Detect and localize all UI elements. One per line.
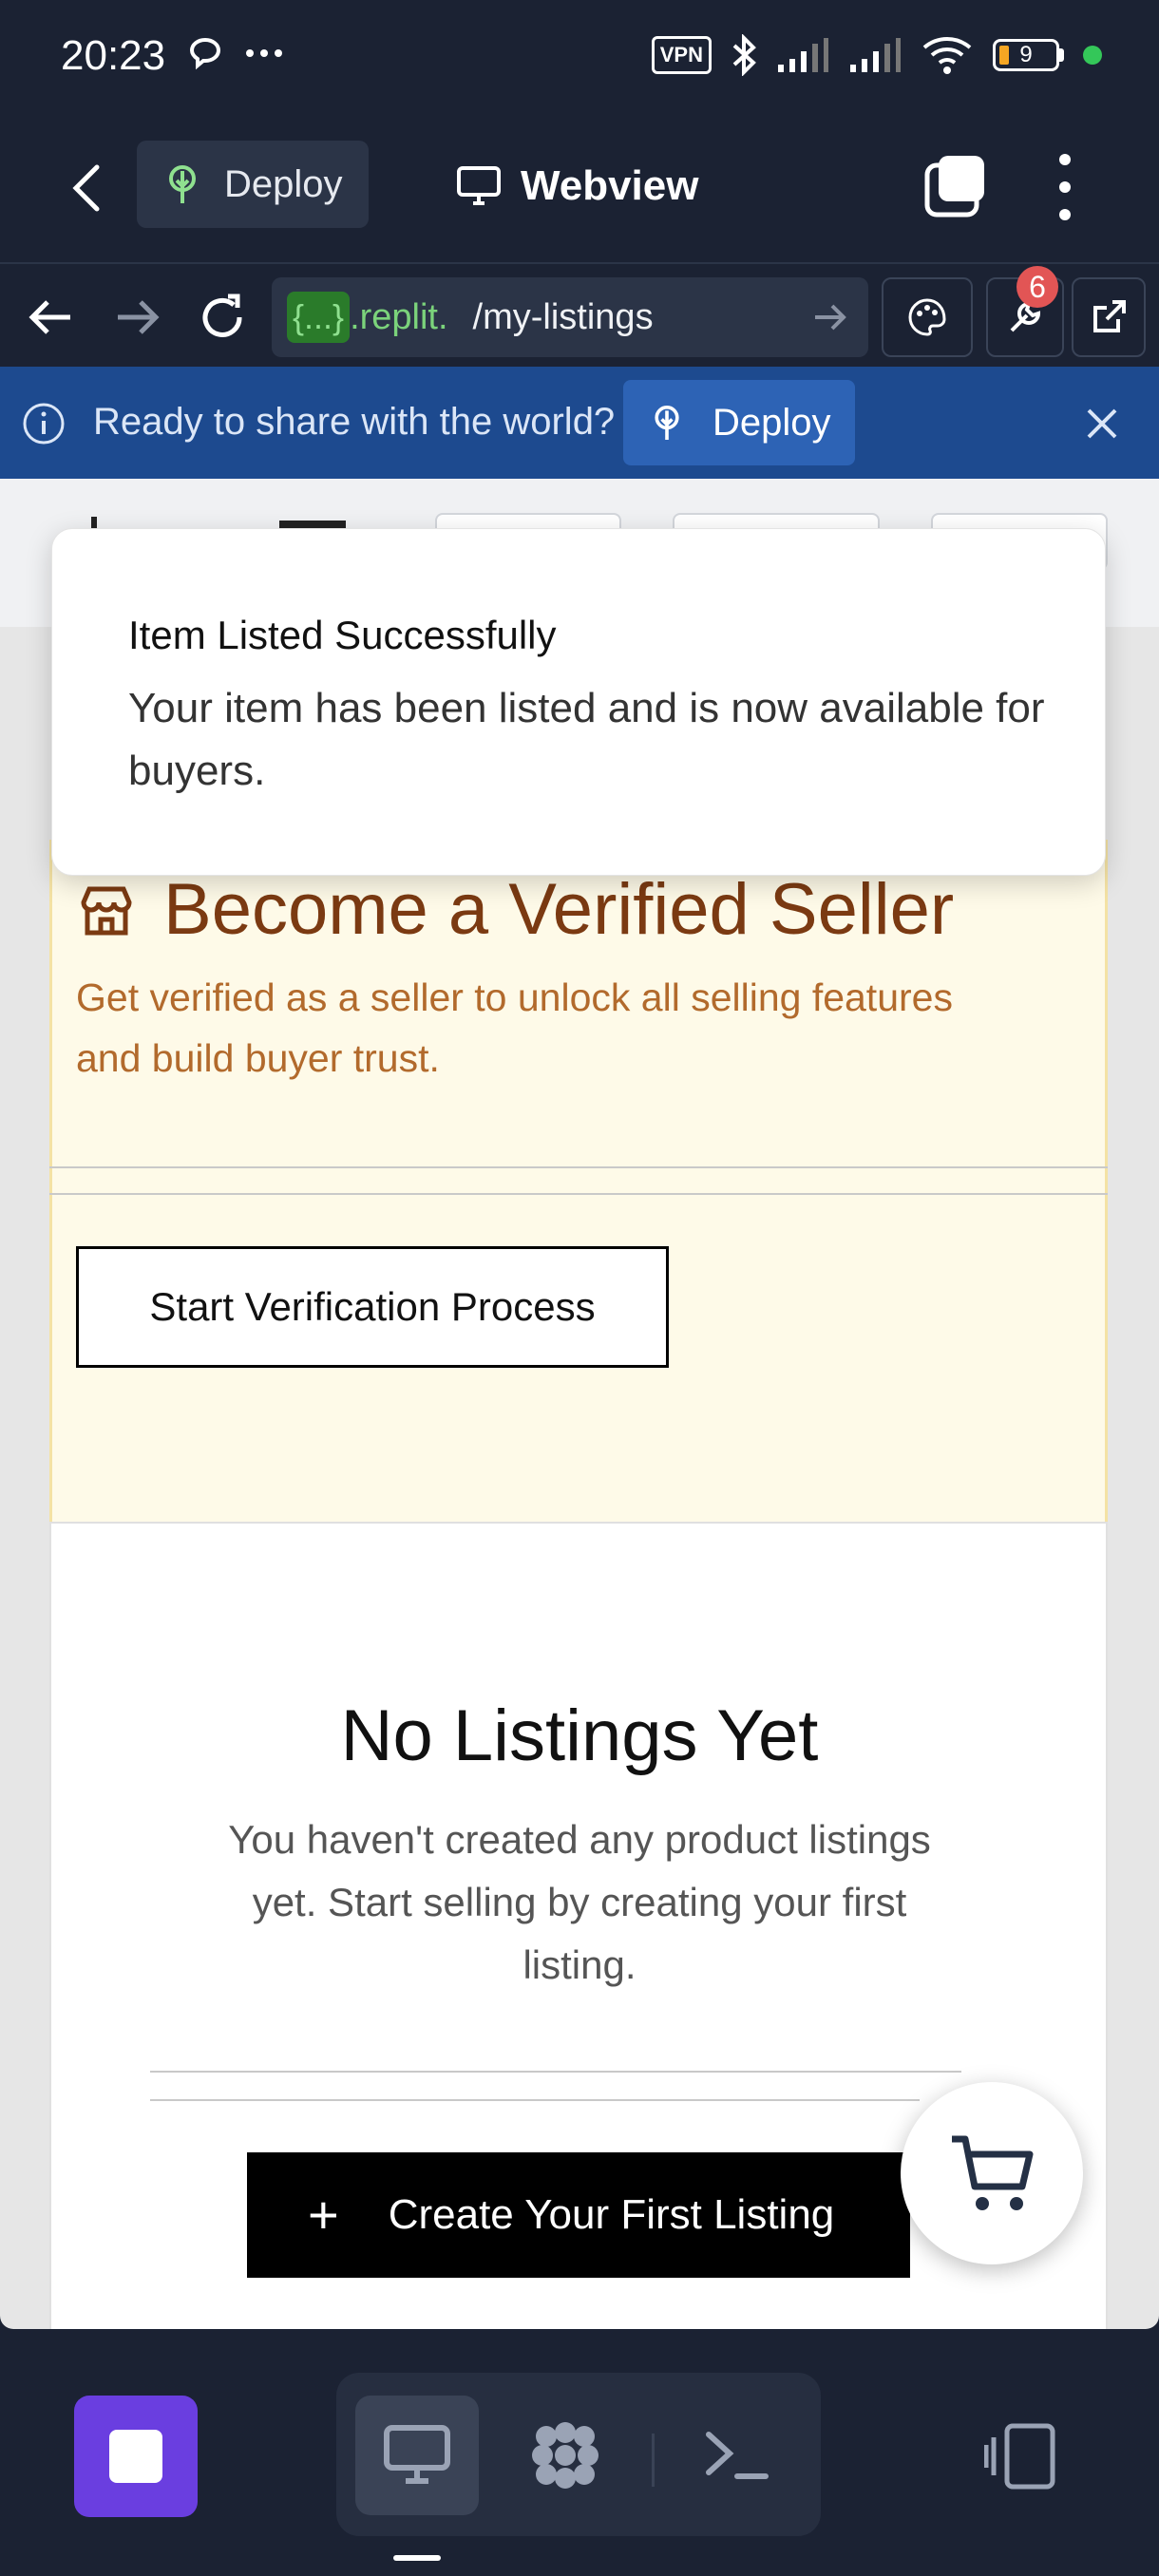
reload-icon[interactable]	[194, 289, 251, 346]
verify-card-description: Get verified as a seller to unlock all s…	[76, 975, 953, 1080]
deploy-icon	[655, 405, 679, 440]
webview-content: Become a Verified Seller Get verified as…	[0, 479, 1159, 2329]
vpn-indicator: VPN	[651, 36, 712, 74]
more-dots-icon	[246, 49, 282, 57]
divider	[49, 1166, 1108, 1168]
empty-state-description: You haven't created any product listings…	[228, 1817, 931, 1987]
external-link-icon	[1093, 300, 1126, 332]
terminal-icon	[706, 2432, 769, 2479]
open-external-button[interactable]	[1072, 277, 1146, 357]
signal-icon-2	[850, 38, 901, 72]
layout-toggle-icon[interactable]	[984, 2420, 1060, 2496]
back-arrow-icon[interactable]	[66, 160, 108, 217]
kebab-menu-icon[interactable]	[1045, 154, 1085, 220]
url-host-badge: {...}	[287, 292, 351, 343]
store-icon	[81, 886, 132, 935]
url-input[interactable]: {...} .replit. /my-listings	[272, 277, 868, 357]
go-arrow-icon[interactable]	[811, 298, 849, 336]
mode-switcher	[336, 2373, 821, 2536]
home-indicator	[393, 2555, 441, 2561]
agent-mode-button[interactable]	[504, 2396, 627, 2515]
devtools-badge: 6	[1016, 266, 1058, 308]
theme-button[interactable]	[882, 277, 973, 357]
app-bar: Deploy Webview	[0, 114, 1159, 262]
info-icon	[23, 403, 65, 445]
webview-tab[interactable]: Webview	[456, 152, 698, 220]
close-icon[interactable]	[1083, 405, 1121, 443]
toast-description: Your item has been listed and is now ava…	[128, 685, 1045, 794]
deploy-icon	[169, 165, 196, 203]
apps-grid-icon	[532, 2422, 598, 2489]
webview-mode-button[interactable]	[355, 2396, 479, 2515]
verify-card-title: Become a Verified Seller	[76, 868, 954, 951]
monitor-icon	[457, 166, 501, 205]
status-bar: 20:23 VPN 9	[0, 0, 1159, 114]
status-time: 20:23	[61, 32, 166, 79]
start-verification-button[interactable]: Start Verification Process	[76, 1246, 669, 1368]
browser-back-icon[interactable]	[23, 289, 80, 346]
cart-button[interactable]	[901, 2082, 1083, 2264]
banner-deploy-button[interactable]: Deploy	[623, 380, 855, 465]
deploy-banner: Ready to share with the world? Deploy	[0, 367, 1159, 479]
browser-forward-icon[interactable]	[108, 289, 165, 346]
shell-mode-button[interactable]	[674, 2396, 798, 2515]
url-host: .replit.	[350, 296, 448, 337]
separator	[652, 2434, 655, 2487]
browser-toolbar: {...} .replit. /my-listings 6	[0, 262, 1159, 367]
bluetooth-icon	[732, 34, 756, 76]
bottom-bar	[0, 2329, 1159, 2576]
empty-state-title: No Listings Yet	[340, 1695, 819, 1776]
signal-icon	[778, 38, 828, 72]
tabs-icon[interactable]	[923, 152, 988, 218]
url-path: /my-listings	[472, 296, 654, 337]
divider	[150, 2099, 920, 2101]
banner-text: Ready to share with the world?	[93, 401, 616, 443]
battery-icon: 9	[993, 39, 1064, 71]
toast-title: Item Listed Successfully	[128, 613, 557, 657]
create-first-listing-button[interactable]: + Create Your First Listing	[247, 2152, 910, 2278]
privacy-dot	[1083, 46, 1102, 65]
deploy-button[interactable]: Deploy	[137, 141, 369, 228]
stop-button[interactable]	[74, 2396, 198, 2517]
monitor-icon	[384, 2425, 450, 2484]
divider	[150, 2071, 961, 2073]
chat-bubble-icon	[189, 37, 221, 70]
wifi-icon	[922, 37, 972, 74]
palette-icon	[908, 298, 946, 336]
success-toast: Item Listed Successfully Your item has b…	[51, 528, 1106, 876]
divider	[49, 1193, 1108, 1195]
shopping-cart-icon	[952, 2135, 1034, 2210]
devtools-button[interactable]: 6	[986, 266, 1064, 357]
plus-icon: +	[308, 2185, 339, 2245]
